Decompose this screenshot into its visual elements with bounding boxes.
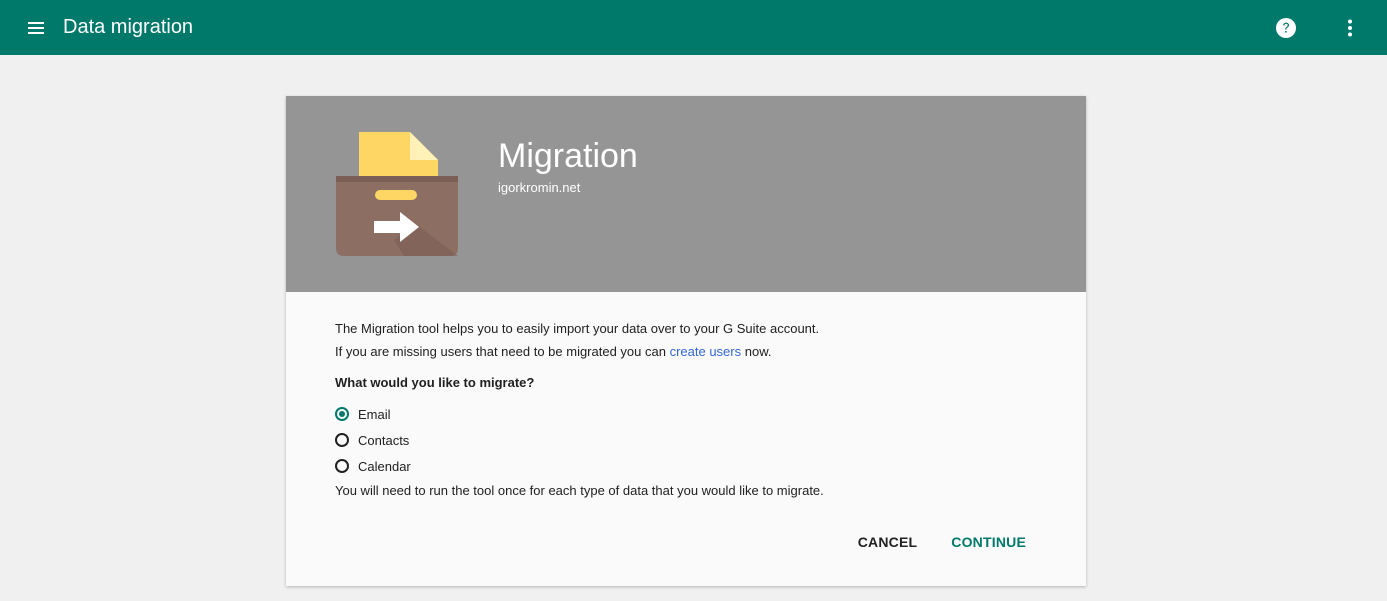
description-line-2-suffix: now. — [741, 344, 772, 359]
card-header: Migration igorkromin.net — [286, 96, 1086, 292]
card-body: The Migration tool helps you to easily i… — [335, 317, 1035, 500]
option-email[interactable]: Email — [335, 401, 1035, 427]
description-line-1: The Migration tool helps you to easily i… — [335, 321, 820, 336]
domain-name: igorkromin.net — [498, 180, 581, 195]
option-email-label: Email — [358, 406, 391, 422]
hamburger-menu-icon[interactable] — [22, 14, 50, 42]
more-vertical-icon[interactable] — [1338, 16, 1362, 40]
card-actions: CANCEL CONTINUE — [858, 534, 1026, 550]
option-calendar-label: Calendar — [358, 458, 411, 474]
migration-note: You will need to run the tool once for e… — [335, 483, 824, 498]
radio-contacts[interactable] — [335, 433, 349, 447]
migration-card: Migration igorkromin.net The Migration t… — [286, 96, 1086, 586]
option-calendar[interactable]: Calendar — [335, 453, 1035, 479]
description-line-2: If you are missing users that need to be… — [335, 340, 1035, 363]
radio-calendar[interactable] — [335, 459, 349, 473]
create-users-link[interactable]: create users — [670, 344, 742, 359]
option-contacts-label: Contacts — [358, 432, 410, 448]
app-title: Data migration — [63, 16, 194, 38]
radio-email[interactable] — [335, 407, 349, 421]
migrate-question: What would you like to migrate? — [335, 375, 535, 390]
description-line-2-prefix: If you are missing users that need to be… — [335, 344, 670, 359]
card-title: Migration — [498, 137, 638, 175]
continue-button[interactable]: CONTINUE — [951, 534, 1026, 550]
migrate-options: Email Contacts Calendar — [335, 401, 1035, 479]
app-bar: Data migration — [0, 0, 1387, 55]
migration-box-icon — [334, 130, 462, 258]
option-contacts[interactable]: Contacts — [335, 427, 1035, 453]
help-circle-icon[interactable] — [1274, 16, 1298, 40]
cancel-button[interactable]: CANCEL — [858, 534, 918, 550]
